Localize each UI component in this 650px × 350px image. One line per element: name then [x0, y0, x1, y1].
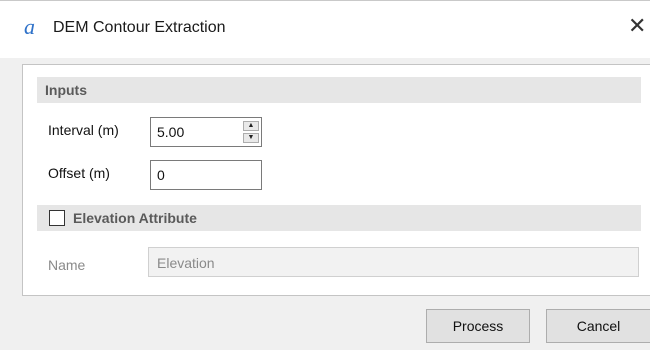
contour-extraction-dialog: a DEM Contour Extraction ✕ Inputs Interv… — [0, 0, 650, 350]
spin-down-icon[interactable]: ▼ — [243, 133, 259, 143]
interval-input[interactable]: 5.00 ▲ ▼ — [150, 117, 262, 147]
cancel-button[interactable]: Cancel — [546, 309, 650, 343]
elevation-attribute-label: Elevation Attribute — [73, 210, 197, 226]
name-field[interactable]: Elevation — [148, 247, 639, 277]
inputs-header-label: Inputs — [45, 82, 87, 98]
spin-up-icon[interactable]: ▲ — [243, 121, 259, 131]
interval-spinner: ▲ ▼ — [243, 121, 259, 143]
interval-label: Interval (m) — [48, 122, 119, 138]
process-button[interactable]: Process — [426, 309, 530, 343]
close-button[interactable]: ✕ — [628, 11, 650, 41]
title-bar: a DEM Contour Extraction ✕ — [0, 1, 650, 58]
elevation-attribute-section-header: Elevation Attribute — [37, 205, 641, 231]
app-logo-icon: a — [24, 14, 35, 39]
offset-label: Offset (m) — [48, 165, 110, 181]
name-label: Name — [48, 257, 86, 273]
offset-input[interactable]: 0 — [150, 160, 262, 190]
elevation-attribute-checkbox[interactable] — [49, 210, 65, 226]
dialog-content-panel: Inputs Interval (m) 5.00 ▲ ▼ Offset (m) … — [22, 64, 650, 296]
inputs-section-header: Inputs — [37, 77, 641, 103]
name-value: Elevation — [157, 255, 215, 271]
offset-value: 0 — [157, 167, 165, 183]
dialog-title: DEM Contour Extraction — [53, 19, 226, 36]
interval-value: 5.00 — [157, 124, 185, 140]
